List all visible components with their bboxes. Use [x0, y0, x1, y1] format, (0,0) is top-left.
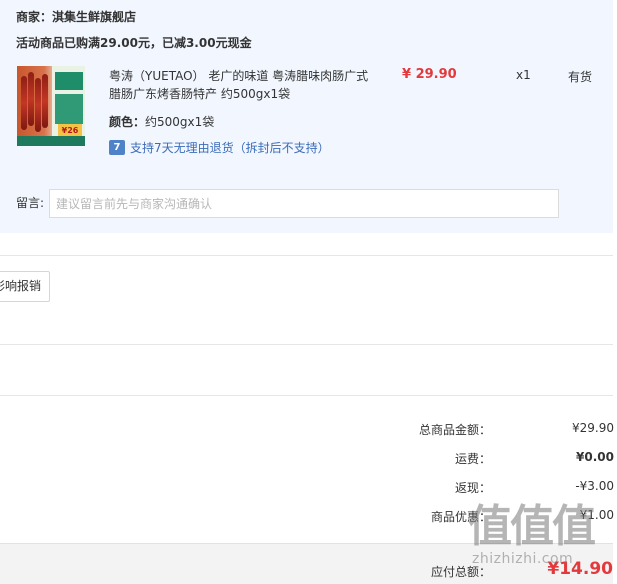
color-value: 约500gx1袋 [145, 115, 215, 129]
summary-label-total: 总商品金额： [418, 423, 491, 437]
seven-day-return-icon: 7 [109, 140, 125, 155]
color-key: 颜色： [109, 115, 146, 129]
remark-label: 留言: [16, 196, 45, 210]
watermark: 值值值 zhizhizhi.com [468, 503, 617, 583]
divider [0, 344, 613, 345]
summary-value-total: ¥29.90 [572, 421, 614, 435]
remark-input[interactable] [49, 189, 559, 218]
return-policy[interactable]: 7 支持7天无理由退货（拆封后不支持） [109, 139, 330, 156]
watermark-url: zhizhizhi.com [472, 551, 574, 567]
merchant-name: 商家：淇集生鲜旗舰店 [16, 10, 137, 24]
summary-value-shipping: ¥0.00 [576, 450, 614, 464]
divider [0, 395, 613, 396]
promotion-text: 活动商品已购满29.00元，已减3.00元现金 [16, 36, 252, 50]
summary-label-shipping: 运费： [454, 452, 491, 466]
product-thumbnail[interactable]: ¥26 [17, 66, 85, 146]
summary-label-cashback: 返现： [454, 481, 491, 495]
return-policy-text: 支持7天无理由退货（拆封后不支持） [130, 141, 330, 155]
report-expense-button[interactable]: 影响报销 [0, 271, 50, 302]
product-name-link[interactable]: 粤涛（YUETAO） 老广的味道 粤涛腊味肉肠广式腊肠广东烤香肠特产 约500g… [109, 67, 369, 103]
stock-status: 有货 [568, 70, 593, 84]
product-color: 颜色：约500gx1袋 [109, 113, 214, 130]
divider [0, 255, 613, 256]
watermark-logo: 值值值 [468, 501, 596, 552]
summary-value-cashback: -¥3.00 [575, 479, 614, 493]
product-quantity: x1 [516, 68, 531, 82]
product-price: ¥ 29.90 [402, 67, 457, 82]
